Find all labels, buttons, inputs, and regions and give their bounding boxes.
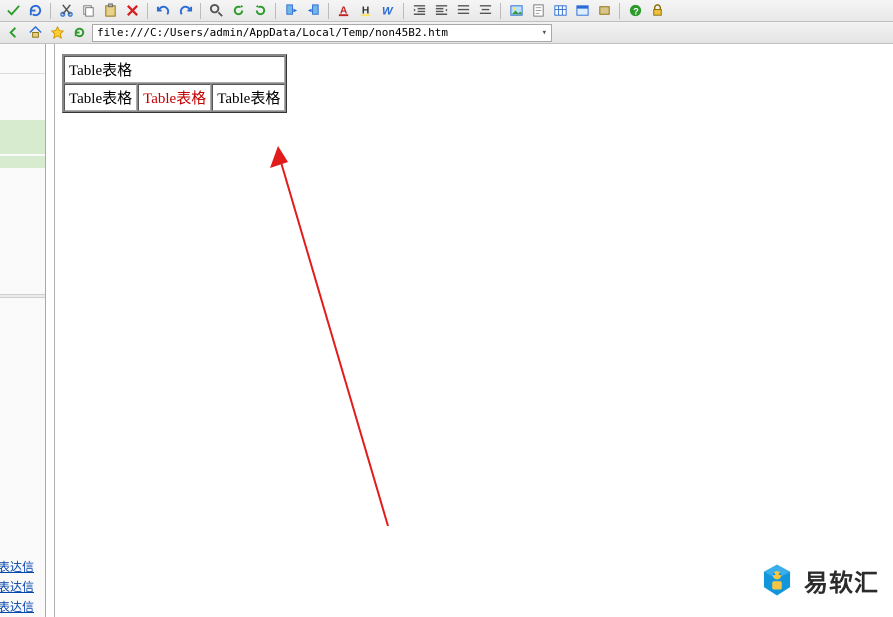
table-icon[interactable] — [551, 2, 569, 20]
toolbar-separator — [328, 3, 329, 19]
table-cell[interactable]: Table表格 — [212, 84, 285, 111]
sidebar-selection — [0, 156, 45, 168]
paste-icon[interactable] — [101, 2, 119, 20]
zoom-icon[interactable] — [207, 2, 225, 20]
delete-red-icon[interactable] — [123, 2, 141, 20]
box-icon[interactable] — [595, 2, 613, 20]
font-color-icon[interactable]: A — [335, 2, 353, 20]
back-icon[interactable] — [4, 24, 22, 42]
url-input[interactable] — [97, 26, 538, 39]
rotate-left-icon[interactable] — [229, 2, 247, 20]
table-row: Table表格 Table表格 Table表格 — [64, 84, 285, 111]
left-sidebar: 表达信 表达信 表达信 — [0, 44, 46, 617]
favorites-star-icon[interactable] — [48, 24, 66, 42]
indent-left-icon[interactable] — [410, 2, 428, 20]
undo-icon[interactable] — [154, 2, 172, 20]
refresh-icon[interactable] — [70, 24, 88, 42]
content-pane: Table表格 Table表格 Table表格 Table表格 易软汇 — [46, 44, 893, 617]
window-icon[interactable] — [573, 2, 591, 20]
check-green-icon[interactable] — [4, 2, 22, 20]
toolbar-separator — [200, 3, 201, 19]
outdent-icon[interactable] — [454, 2, 472, 20]
sidebar-selection — [0, 120, 45, 154]
home-icon[interactable] — [26, 24, 44, 42]
help-icon[interactable]: ? — [626, 2, 644, 20]
watermark: 易软汇 — [758, 561, 879, 599]
image-icon[interactable] — [507, 2, 525, 20]
chevron-down-icon[interactable]: ▾ — [542, 28, 547, 38]
bookmark-next-icon[interactable] — [282, 2, 300, 20]
doc-icon[interactable] — [529, 2, 547, 20]
address-bar: ▾ — [0, 22, 893, 44]
table-row: Table表格 — [64, 56, 285, 83]
arrow-annotation-icon — [270, 146, 430, 536]
bookmark-prev-icon[interactable] — [304, 2, 322, 20]
toolbar-separator — [147, 3, 148, 19]
svg-text:?: ? — [633, 6, 639, 16]
cut-icon[interactable] — [57, 2, 75, 20]
highlight-icon[interactable]: H — [357, 2, 375, 20]
toolbar-separator — [275, 3, 276, 19]
url-field-wrap[interactable]: ▾ — [92, 24, 552, 42]
lock-icon[interactable] — [648, 2, 666, 20]
demo-table: Table表格 Table表格 Table表格 Table表格 — [62, 54, 287, 113]
toolbar-separator — [50, 3, 51, 19]
toolbar-separator — [619, 3, 620, 19]
watermark-text: 易软汇 — [804, 563, 879, 598]
rotate-right-icon[interactable] — [251, 2, 269, 20]
copy-icon[interactable] — [79, 2, 97, 20]
main-area: 表达信 表达信 表达信 Table表格 Table表格 Table表格 Tabl… — [0, 44, 893, 617]
align-icon[interactable] — [476, 2, 494, 20]
table-cell-highlighted[interactable]: Table表格 — [138, 84, 211, 111]
indent-right-icon[interactable] — [432, 2, 450, 20]
table-cell[interactable]: Table表格 — [64, 84, 137, 111]
sidebar-header — [0, 44, 45, 74]
table-cell[interactable]: Table表格 — [64, 56, 285, 83]
text-w-icon[interactable]: W — [379, 2, 397, 20]
sidebar-divider — [0, 294, 45, 298]
vertical-rule — [54, 44, 55, 617]
svg-text:W: W — [381, 5, 393, 17]
toolbar-separator — [500, 3, 501, 19]
main-toolbar: A H W ? — [0, 0, 893, 22]
reload-blue-icon[interactable] — [26, 2, 44, 20]
watermark-logo-icon — [758, 561, 796, 599]
toolbar-separator — [403, 3, 404, 19]
redo-icon[interactable] — [176, 2, 194, 20]
